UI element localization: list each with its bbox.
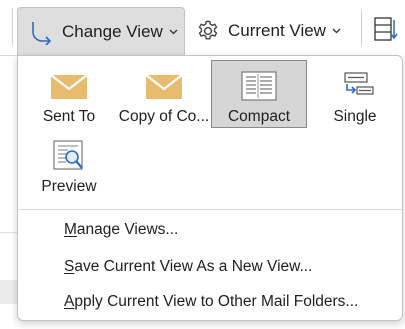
change-view-button[interactable]: Change View: [17, 7, 185, 55]
background-window-block: [0, 280, 18, 304]
access-key: M: [64, 221, 77, 238]
view-gallery-label: Copy of Co...: [118, 108, 210, 125]
view-gallery-item-compact[interactable]: Compact: [211, 60, 307, 128]
view-gallery-item-single[interactable]: Single: [307, 61, 403, 129]
access-key: A: [64, 293, 75, 310]
envelope-icon: [144, 70, 184, 102]
preview-view-icon: [49, 140, 89, 172]
menu-divider: [18, 209, 402, 210]
gear-icon: [196, 19, 220, 43]
save-current-view-menu-item[interactable]: Save Current View As a New View...: [64, 258, 312, 276]
access-key: S: [64, 258, 75, 275]
ribbon-separator: [12, 8, 13, 46]
background-window-edge: [0, 232, 18, 233]
apply-current-view-menu-item[interactable]: Apply Current View to Other Mail Folders…: [64, 293, 358, 311]
menu-item-label: ave Current View As a New View...: [74, 258, 313, 275]
current-view-button[interactable]: Current View: [192, 7, 352, 55]
envelope-icon: [49, 70, 89, 102]
view-gallery-item-sent-to[interactable]: Sent To: [21, 61, 117, 129]
view-gallery-item-preview[interactable]: Preview: [21, 131, 117, 199]
view-gallery-label: Compact: [227, 108, 291, 125]
change-view-dropdown: Sent To Copy of Co... Compact Single Pre…: [17, 55, 403, 321]
ribbon-border: [0, 55, 18, 56]
single-view-icon: [335, 70, 375, 102]
chevron-down-icon: [169, 27, 179, 37]
ribbon-separator: [361, 10, 362, 46]
menu-item-label: anage Views...: [76, 221, 179, 238]
compact-view-icon: [239, 70, 279, 102]
change-view-icon: [28, 19, 54, 45]
change-view-label: Change View: [62, 21, 163, 41]
chevron-down-icon: [332, 26, 342, 36]
reading-pane-icon[interactable]: [372, 16, 398, 44]
view-gallery-label: Sent To: [42, 108, 96, 125]
view-gallery-label: Single: [333, 108, 377, 125]
manage-views-menu-item[interactable]: Manage Views...: [64, 221, 178, 239]
menu-item-label: pply Current View to Other Mail Folders.…: [74, 293, 359, 310]
view-gallery-item-copy-of[interactable]: Copy of Co...: [116, 61, 212, 129]
view-gallery-label: Preview: [41, 178, 97, 195]
current-view-label: Current View: [228, 21, 326, 40]
